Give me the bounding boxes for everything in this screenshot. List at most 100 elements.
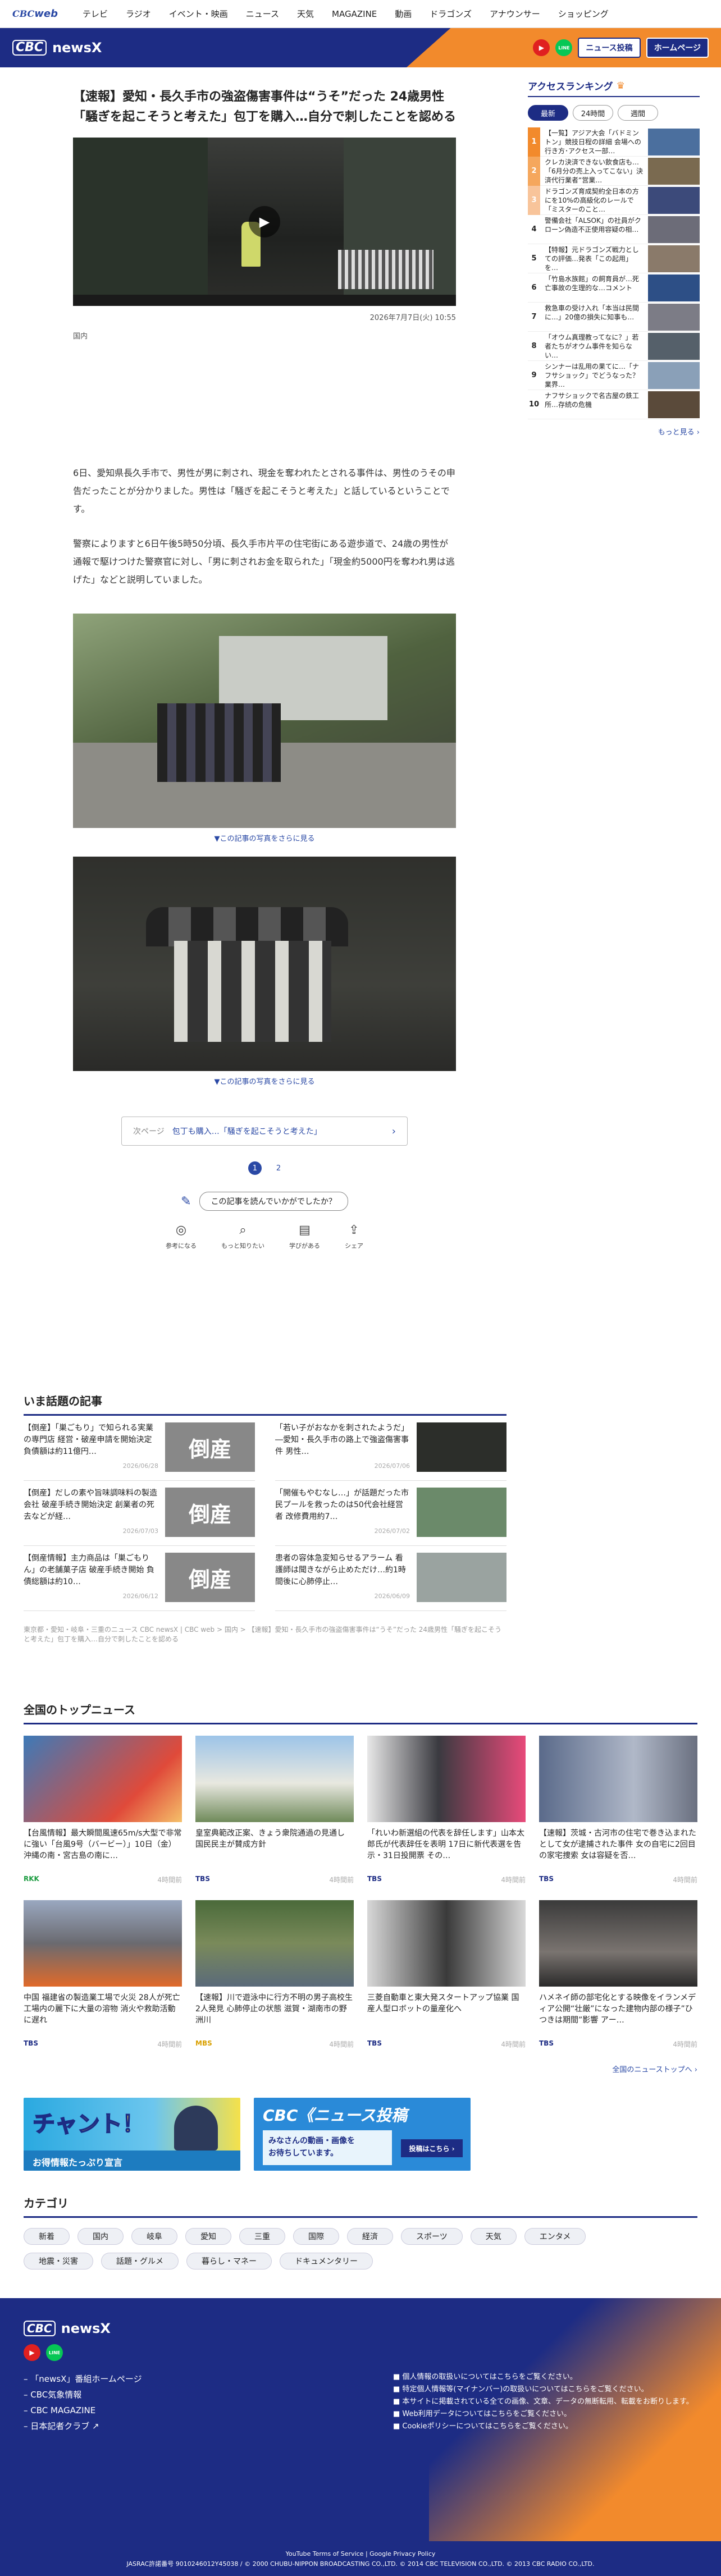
category-international[interactable]: 国際 bbox=[293, 2228, 339, 2245]
category-economy[interactable]: 経済 bbox=[347, 2228, 393, 2245]
category-sports[interactable]: スポーツ bbox=[401, 2228, 463, 2245]
list-item[interactable]: 【倒産】だしの素や旨味調味料の製造会社 破産手続き開始決定 創業者の死去などが経… bbox=[24, 1481, 255, 1546]
article-video[interactable]: ▶ bbox=[73, 138, 456, 306]
list-item[interactable]: 6 「竹島水族館」の飼育員が…死亡事故の生理的な…コメント bbox=[528, 273, 700, 303]
youtube-icon[interactable]: ▶ bbox=[24, 2344, 40, 2361]
footer-link[interactable]: – CBC気象情報 bbox=[24, 2387, 142, 2403]
footer-link[interactable]: – 日本記者クラブ ↗ bbox=[24, 2418, 142, 2434]
youtube-icon[interactable]: ▶ bbox=[533, 39, 550, 56]
footer-terms[interactable]: YouTube Terms of Service | Google Privac… bbox=[0, 2549, 721, 2559]
footer-link[interactable]: – CBC MAGAZINE bbox=[24, 2403, 142, 2418]
news-time: 4時間前 bbox=[157, 1876, 182, 1884]
list-item[interactable]: 8 「オウム真理教ってなに？」若者たちがオウム事件を知らない… bbox=[528, 332, 700, 361]
survey-icon: ✎ bbox=[181, 1194, 191, 1209]
list-item[interactable]: 9 シンナーは乱用の果てに…「ナフサショック」でどうなった？業界… bbox=[528, 361, 700, 390]
line-icon[interactable]: LINE bbox=[46, 2344, 63, 2361]
tab-weekly[interactable]: 週間 bbox=[618, 105, 658, 121]
list-item[interactable]: 【倒産情報】主力商品は「巣ごもりん」の老舗菓子店 破産手続き開始 負債総額は約1… bbox=[24, 1546, 255, 1611]
reaction-helpful[interactable]: ◎ 参考になる bbox=[166, 1222, 197, 1250]
news-card[interactable]: 【速報】川で遊泳中に行方不明の男子高校生2人発見 心肺停止の状態 滋賀・湖南市の… bbox=[195, 1900, 354, 2049]
list-item[interactable]: 5 【特報】元ドラゴンズ戦力としての評価…発表「この起用」を… bbox=[528, 244, 700, 273]
nav-video[interactable]: 動画 bbox=[395, 8, 412, 20]
reader-survey: ✎ この記事を読んでいかがでしたか？ bbox=[73, 1192, 456, 1211]
article-photo-2[interactable] bbox=[73, 857, 456, 1071]
category-documentary[interactable]: ドキュメンタリー bbox=[280, 2253, 373, 2270]
list-item[interactable]: 2 クレカ決済できない飲食店も…「6月分の売上入ってこない」決済代行業者“営業… bbox=[528, 156, 700, 186]
national-more-link[interactable]: 全国のニューストップへ › bbox=[24, 2063, 697, 2074]
news-card[interactable]: ハメネイ師の部宅化とする映像をイランメディア公開“壮厳”になった建物内部の様子”… bbox=[539, 1900, 697, 2049]
chevron-right-icon: › bbox=[391, 1125, 396, 1137]
policy-link[interactable]: ■ 特定個人情報等(マイナンバー)の取扱いについてはこちらをご覧ください。 bbox=[393, 2383, 693, 2396]
ranking-more-link[interactable]: もっと見る › bbox=[528, 426, 700, 437]
category-aichi[interactable]: 愛知 bbox=[185, 2228, 231, 2245]
trending-grid: 【倒産】「巣ごもり」で知られる実業の専門店 経営・破産申請を開始決定 負債額は約… bbox=[24, 1416, 506, 1611]
category-weather[interactable]: 天気 bbox=[470, 2228, 517, 2245]
footer-logo[interactable]: CBC newsX bbox=[24, 2321, 111, 2336]
category-gourmet[interactable]: 話題・グルメ bbox=[101, 2253, 179, 2270]
policy-link[interactable]: ■ 個人情報の取扱いについてはこちらをご覧ください。 bbox=[393, 2371, 693, 2383]
nav-radio[interactable]: ラジオ bbox=[126, 8, 151, 20]
news-card[interactable]: 「れいわ新選組の代表を辞任します」山本太郎氏が代表辞任を表明 17日に新代表選を… bbox=[367, 1736, 526, 1884]
news-post-banner[interactable]: CBC《ニュース投稿 みなさんの動画・画像を お待ちしています。 投稿はこちら … bbox=[254, 2098, 471, 2171]
post-banner-cta[interactable]: 投稿はこちら › bbox=[401, 2139, 463, 2157]
nav-tv[interactable]: テレビ bbox=[83, 8, 108, 20]
category-disaster[interactable]: 地震・災害 bbox=[24, 2253, 93, 2270]
list-item[interactable]: 10 ナフサショックで名古屋の鉄工所…存続の危機 bbox=[528, 390, 700, 419]
cbc-web-logo[interactable]: CBCweb bbox=[12, 8, 58, 20]
nav-magazine[interactable]: MAGAZINE bbox=[332, 9, 377, 19]
reaction-learn[interactable]: ▤ 学びがある bbox=[289, 1222, 320, 1250]
list-item[interactable]: 7 救急車の受け入れ「本当は民間に…」20億の損失に知事も… bbox=[528, 303, 700, 332]
play-icon[interactable]: ▶ bbox=[249, 206, 280, 237]
news-card[interactable]: 【台風情報】最大瞬間風速65m/s大型で非常に強い「台風9号（バービー）」10日… bbox=[24, 1736, 182, 1884]
category-domestic[interactable]: 国内 bbox=[77, 2228, 124, 2245]
nav-event[interactable]: イベント・映画 bbox=[169, 8, 228, 20]
nav-news[interactable]: ニュース bbox=[246, 8, 279, 20]
rank-text: ナフサショックで名古屋の鉄工所…存続の危機 bbox=[545, 391, 640, 409]
news-card[interactable]: 皇室典範改正案、きょう衆院通過の見通し 国民民主が賛成方針 TBS 4時間前 bbox=[195, 1736, 354, 1884]
list-item[interactable]: 3 ドラゴンズ育成契約全日本の方にを10%の高級化のレールで「ミスターのこと… bbox=[528, 185, 700, 215]
article-category[interactable]: 国内 bbox=[73, 330, 456, 341]
footer-link-text: 日本記者クラブ ↗ bbox=[30, 2421, 99, 2431]
topic-thumb bbox=[417, 1422, 506, 1472]
policy-link[interactable]: ■ Web利用データについてはこちらをご覧ください。 bbox=[393, 2408, 693, 2421]
news-card[interactable]: 三菱自動車と東大発スタートアップ協業 国産人型ロボットの量産化へ TBS 4時間前 bbox=[367, 1900, 526, 2049]
reaction-more[interactable]: ⌕ もっと知りたい bbox=[221, 1222, 264, 1250]
nav-announcer[interactable]: アナウンサー bbox=[490, 8, 540, 20]
tab-latest[interactable]: 最新 bbox=[528, 105, 568, 121]
tab-24h[interactable]: 24時間 bbox=[573, 105, 613, 121]
survey-question: この記事を読んでいかがでしたか？ bbox=[199, 1192, 348, 1211]
list-item[interactable]: 1 【一覧】アジア大会「バドミントン」競技日程の詳細 会場への行き方･アクセス一部… bbox=[528, 127, 700, 157]
newsx-logo[interactable]: CBC newsX bbox=[12, 40, 102, 56]
breadcrumb[interactable]: 東京都・愛知・岐阜・三重のニュース CBC newsX | CBC web > … bbox=[24, 1625, 506, 1644]
chant-banner[interactable]: チャント！ お得情報たっぷり宣言 bbox=[24, 2098, 240, 2171]
reaction-share[interactable]: ⇪ シェア bbox=[345, 1222, 363, 1250]
article-photo-1[interactable] bbox=[73, 614, 456, 828]
policy-link[interactable]: ■ 本サイトに掲載されている全ての画像、文章、データの無断転用、転載をお断りしま… bbox=[393, 2396, 693, 2408]
homepage-button[interactable]: ホームページ bbox=[646, 38, 709, 58]
category-lifestyle[interactable]: 暮らし・マネー bbox=[186, 2253, 272, 2270]
list-item[interactable]: 患者の容体急変知らせるアラーム 看護師は聞きながら止めただけ…約1時間後に心肺停… bbox=[275, 1546, 506, 1611]
page-2[interactable]: 2 bbox=[276, 1164, 281, 1173]
policy-link[interactable]: ■ Cookieポリシーについてはこちらをご覧ください。 bbox=[393, 2421, 693, 2433]
rank-thumb bbox=[648, 245, 700, 272]
more-photos-link-2[interactable]: ▼この記事の写真をさらに見る bbox=[73, 1076, 456, 1086]
list-item[interactable]: 「開催もやむなし…」が話題だった市民プールを救ったのは50代会社経営者 改修費用… bbox=[275, 1481, 506, 1546]
list-item[interactable]: 4 警備会社「ALSOK」の社員がクローン偽造不正使用容疑の相… bbox=[528, 215, 700, 244]
news-card[interactable]: 【速報】茨城・古河市の住宅で巻き込まれたとして女が逮捕された事件 女の自宅に2回… bbox=[539, 1736, 697, 1884]
next-page-link[interactable]: 次ページ 包丁も購入…「騒ぎを起こそうと考えた」 › bbox=[121, 1117, 408, 1146]
category-new[interactable]: 新着 bbox=[24, 2228, 70, 2245]
nav-shopping[interactable]: ショッピング bbox=[558, 8, 609, 20]
news-post-button[interactable]: ニュース投稿 bbox=[578, 38, 641, 58]
news-card[interactable]: 中国 福建省の製造業工場で火災 28人が死亡 工場内の麗下に大量の溶物 消火や救… bbox=[24, 1900, 182, 2049]
category-gifu[interactable]: 岐阜 bbox=[131, 2228, 177, 2245]
page-1[interactable]: 1 bbox=[248, 1161, 262, 1175]
nav-weather[interactable]: 天気 bbox=[297, 8, 314, 20]
nav-dragons[interactable]: ドラゴンズ bbox=[430, 8, 472, 20]
category-entertainment[interactable]: エンタメ bbox=[524, 2228, 586, 2245]
line-icon[interactable]: LINE bbox=[555, 39, 573, 56]
list-item[interactable]: 【倒産】「巣ごもり」で知られる実業の専門店 経営・破産申請を開始決定 負債額は約… bbox=[24, 1416, 255, 1481]
footer-link[interactable]: – 「newsX」番組ホームページ bbox=[24, 2371, 142, 2387]
list-item[interactable]: 「若い子がおなかを刺されたようだ」―愛知・長久手市の路上で強盗傷害事件 男性… 2… bbox=[275, 1416, 506, 1481]
more-photos-link-1[interactable]: ▼この記事の写真をさらに見る bbox=[73, 832, 456, 843]
category-mie[interactable]: 三重 bbox=[239, 2228, 285, 2245]
